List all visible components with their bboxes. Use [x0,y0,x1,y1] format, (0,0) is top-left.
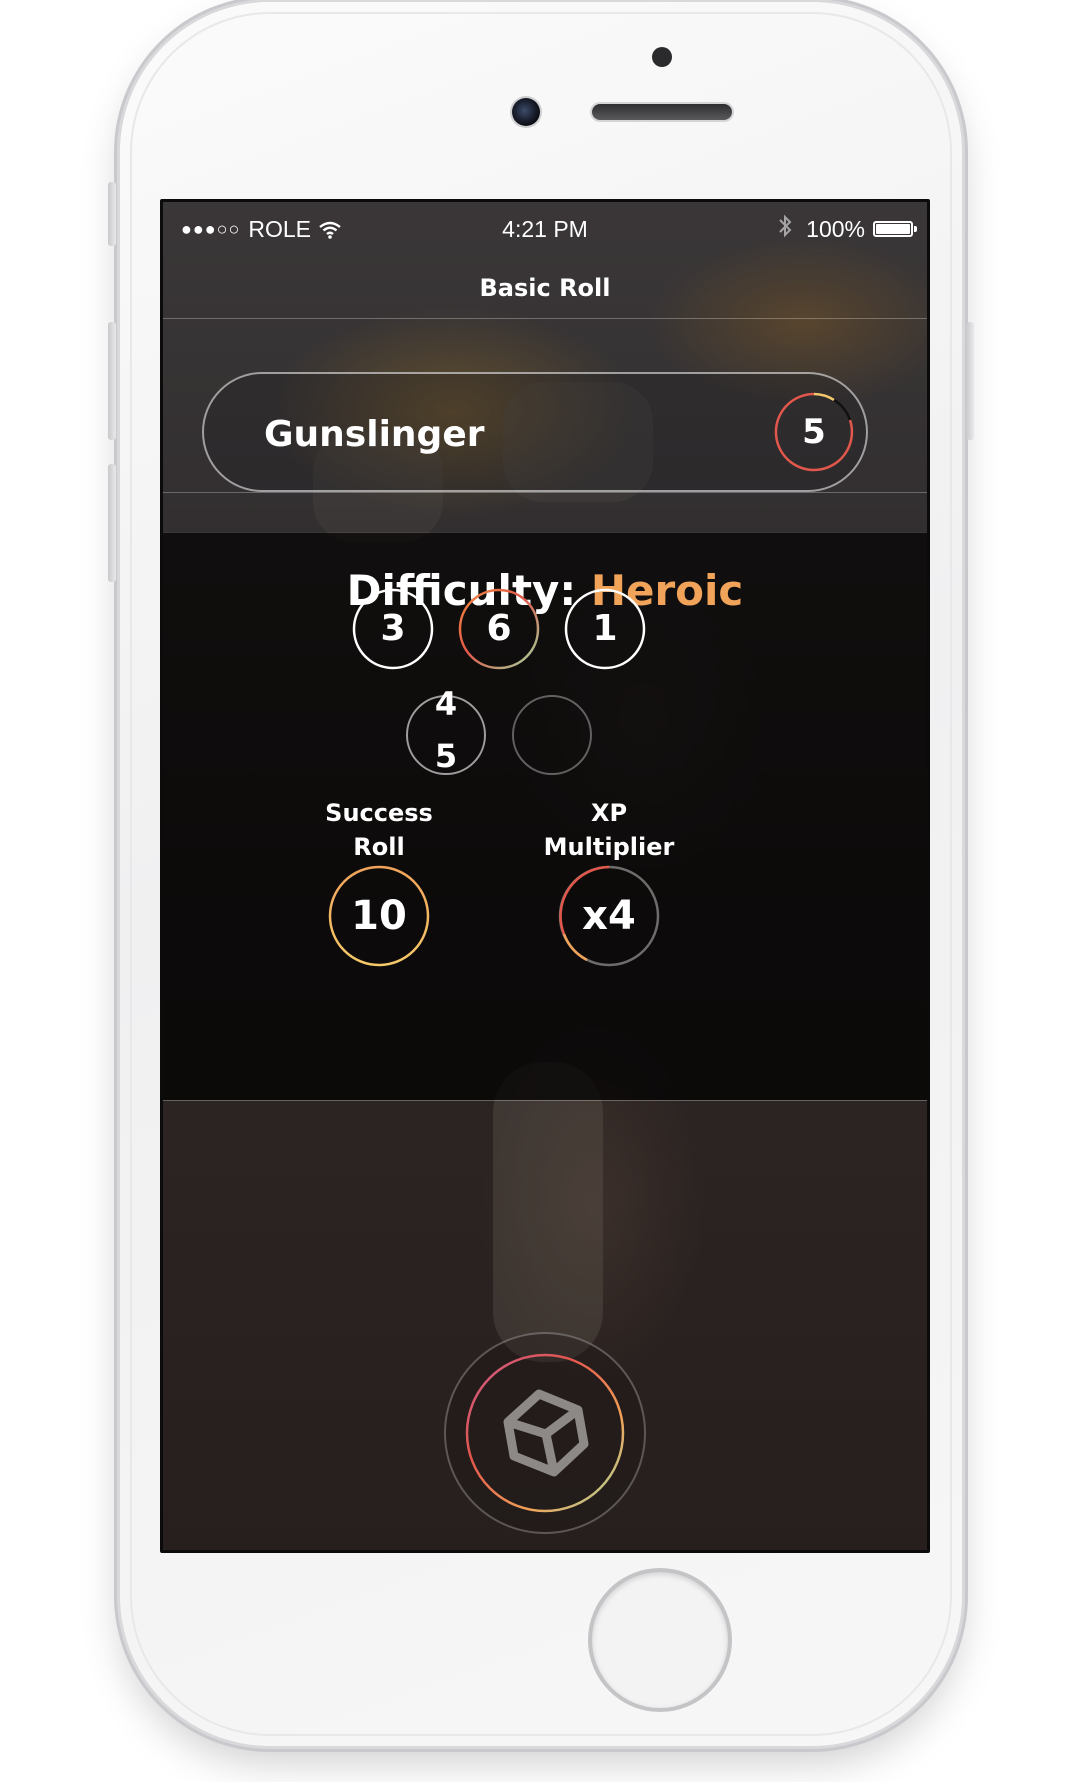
die-2[interactable]: 6 [457,587,541,671]
battery-percentage: 100% [806,215,865,242]
xp-multiplier-label-line1: XP [590,799,628,827]
front-camera-icon [512,98,540,126]
power-button [966,322,974,440]
level-badge: 5 [772,390,856,474]
divider [163,492,927,493]
mute-switch [108,182,116,246]
bluetooth-icon [778,214,792,244]
proximity-sensor [652,47,672,67]
app-screen: ●●●○○ ROLE 4:21 PM 100% Basic Roll Gunsl… [160,199,930,1553]
success-roll-badge: 10 [327,864,431,968]
status-bar: ●●●○○ ROLE 4:21 PM 100% [163,202,927,242]
success-roll-label: Success Roll [279,796,479,864]
success-roll-label-line2: Roll [353,833,405,861]
die-value-next: 5 [434,737,458,775]
battery-icon [873,221,917,237]
success-roll-label-line1: Success [325,799,433,827]
stage: ●●●○○ ROLE 4:21 PM 100% Basic Roll Gunsl… [0,0,1085,1782]
page-title: Basic Roll [479,274,611,302]
earpiece-speaker [592,104,732,120]
cube-icon [503,1389,589,1477]
die-4[interactable]: 4 5 [404,685,488,777]
die-value: 1 [592,608,618,649]
die-5-empty[interactable] [510,693,594,777]
status-right: 100% [778,214,917,244]
xp-multiplier-label-line2: Multiplier [543,833,675,861]
class-selector[interactable]: Gunslinger 5 [202,372,868,492]
difficulty-heading: Difficulty: Heroic [163,566,927,615]
roll-dice-button[interactable] [444,1332,646,1534]
volume-up-button [108,322,116,440]
xp-multiplier-value: x4 [582,893,636,939]
die-1[interactable]: 3 [351,587,435,671]
home-button[interactable] [592,1572,728,1708]
divider [163,1100,927,1101]
background-artwork-shape [493,1062,603,1362]
die-value [510,693,594,777]
volume-down-button [108,464,116,582]
class-name: Gunslinger [264,414,485,455]
die-3[interactable]: 1 [563,587,647,671]
success-roll-value: 10 [351,893,407,939]
divider [163,318,927,319]
die-value: 6 [486,608,512,649]
die-value-previous: 4 [434,685,458,723]
xp-multiplier-badge: x4 [557,864,661,968]
die-value: 3 [380,608,406,649]
class-level: 5 [802,412,826,452]
xp-multiplier-label: XP Multiplier [509,796,709,864]
